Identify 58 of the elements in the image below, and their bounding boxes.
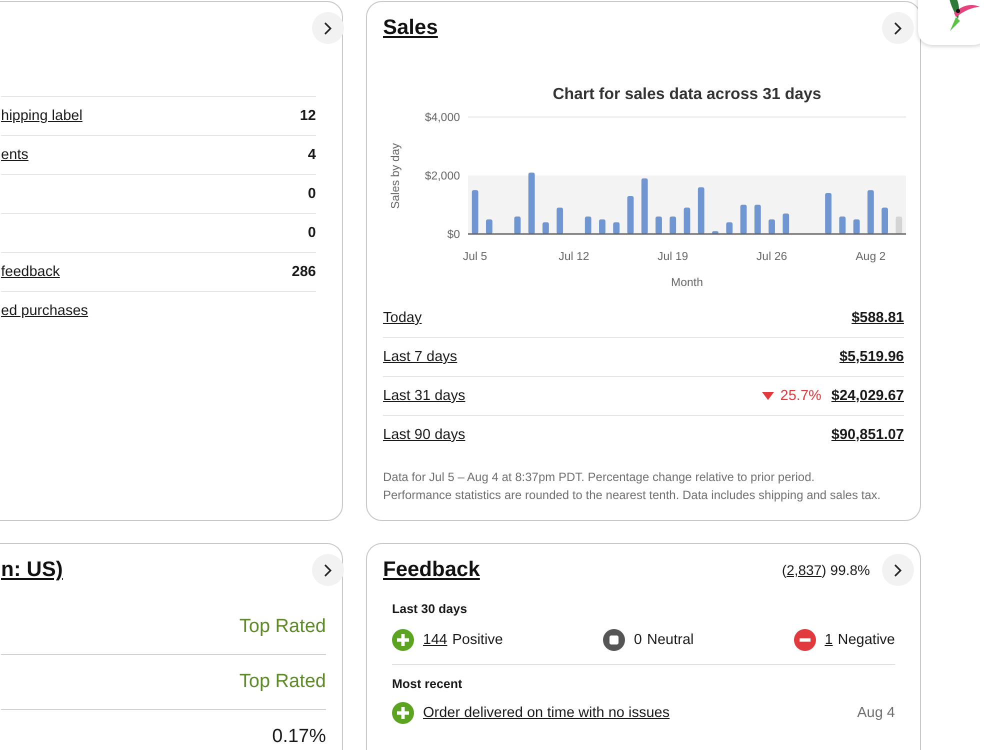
listing-count: 12 xyxy=(300,108,316,124)
listing-link[interactable]: ents xyxy=(1,147,28,163)
card-title[interactable]: Feedback xyxy=(383,558,480,582)
level-value: Top Rated xyxy=(239,671,326,693)
sales-amount[interactable]: $5,519.96 xyxy=(839,349,904,365)
sales-amount[interactable]: $24,029.67 xyxy=(831,388,904,404)
count-link[interactable]: 1 xyxy=(824,632,833,648)
section-heading: Most recent xyxy=(392,677,464,691)
x-tick-label: Aug 2 xyxy=(856,251,886,263)
y-axis-label: Sales by day xyxy=(390,143,402,209)
feedback-link[interactable]: Order delivered on time with no issues xyxy=(423,705,848,721)
sales-amount[interactable]: $588.81 xyxy=(852,310,904,326)
chevron-icon xyxy=(324,564,332,576)
period-link[interactable]: Last 7 days xyxy=(383,349,458,365)
chevron-button[interactable] xyxy=(312,554,344,586)
score-paren: ( xyxy=(782,562,787,578)
chevron-icon xyxy=(894,22,902,34)
listing-count: 286 xyxy=(292,264,316,280)
y-tick-label: $2,000 xyxy=(424,170,460,182)
sales-amount[interactable]: $90,851.07 xyxy=(831,427,904,443)
count-label: Positive xyxy=(452,632,503,648)
listing-link[interactable]: feedback xyxy=(1,264,60,280)
period-link[interactable]: Today xyxy=(383,310,422,326)
level-value: Top Rated xyxy=(239,616,326,638)
chevron-button[interactable] xyxy=(882,554,914,586)
y-tick-label: $0 xyxy=(447,229,460,241)
listing-link[interactable]: hipping label xyxy=(1,108,82,124)
listing-count: 4 xyxy=(308,147,316,163)
listing-count: 0 xyxy=(308,225,316,241)
data-note: Data for Jul 5 – Aug 4 at 8:37pm PDT. Percentage change relative to prior period. Performance statistics are rounded to the nearest tenth. Data includes shipping and sales tax. xyxy=(383,469,882,504)
x-axis-label: Month xyxy=(671,277,703,289)
score-paren: ) xyxy=(822,562,826,578)
card-title[interactable]: n: US) xyxy=(1,558,63,582)
listing-count: 0 xyxy=(308,186,316,202)
x-tick-label: Jul 12 xyxy=(558,251,590,263)
count-link[interactable]: 144 xyxy=(423,632,448,648)
feedback-score: 99.8% xyxy=(830,562,870,578)
x-tick-label: Jul 19 xyxy=(658,251,688,263)
x-tick-label: Jul 26 xyxy=(756,251,788,263)
y-tick-label: $4,000 xyxy=(424,112,460,124)
chart-title: Chart for sales data across 31 days xyxy=(552,86,822,103)
chevron-button[interactable] xyxy=(312,12,344,44)
count-value: 0 xyxy=(634,632,642,648)
feedback-date: Aug 4 xyxy=(857,705,895,721)
chevron-icon xyxy=(324,22,332,34)
x-tick-label: Jul 5 xyxy=(462,251,488,263)
level-value: 0.17% xyxy=(272,726,326,748)
period-link[interactable]: Last 31 days xyxy=(383,388,466,404)
percent-change: 25.7% xyxy=(780,388,822,404)
count-label: Neutral xyxy=(647,632,694,648)
chevron-icon xyxy=(894,564,902,576)
card-title[interactable]: Sales xyxy=(383,16,438,40)
count-label: Negative xyxy=(838,632,895,648)
chevron-button[interactable] xyxy=(882,12,914,44)
listing-link[interactable]: ed purchases xyxy=(1,303,88,319)
feedback-count-link[interactable]: 2,837 xyxy=(786,562,822,578)
section-heading: Last 30 days xyxy=(392,602,468,616)
period-link[interactable]: Last 90 days xyxy=(383,427,466,443)
